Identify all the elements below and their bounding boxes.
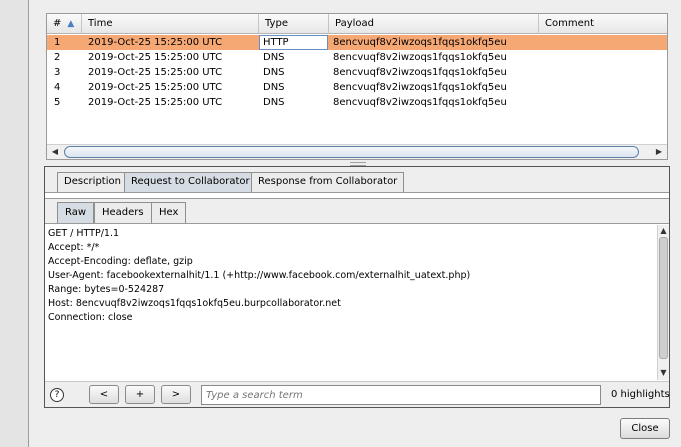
help-icon[interactable]: ?	[50, 388, 64, 402]
column-header-comment[interactable]: Comment	[539, 14, 667, 34]
tab-description[interactable]: Description	[57, 172, 128, 192]
request-line: Range: bytes=0-524287	[48, 284, 165, 295]
vertical-scroll-thumb[interactable]	[659, 237, 668, 359]
request-line: Connection: close	[48, 312, 133, 323]
view-tabs: Raw Headers Hex	[45, 198, 669, 224]
request-line: Accept-Encoding: deflate, gzip	[48, 256, 193, 267]
table-row[interactable]: 1 2019-Oct-25 15:25:00 UTC HTTP 8encvuqf…	[47, 35, 667, 50]
type-cell-focused: HTTP	[259, 35, 328, 50]
tab-headers[interactable]: Headers	[94, 202, 152, 223]
request-line: GET / HTTP/1.1	[48, 228, 120, 239]
column-header-type[interactable]: Type	[259, 14, 329, 34]
table-row[interactable]: 5 2019-Oct-25 15:25:00 UTC DNS 8encvuqf8…	[47, 95, 667, 110]
tab-hex[interactable]: Hex	[151, 202, 187, 223]
column-header-number[interactable]: # ▲	[47, 14, 82, 34]
detail-panel: Description Request to Collaborator Resp…	[44, 166, 670, 408]
tab-raw[interactable]: Raw	[57, 202, 95, 223]
tab-request-to-collaborator[interactable]: Request to Collaborator	[124, 172, 257, 192]
detail-tabs: Description Request to Collaborator Resp…	[45, 167, 669, 193]
horizontal-scrollbar[interactable]: ◀ ▶	[47, 144, 667, 159]
column-header-payload[interactable]: Payload	[329, 14, 539, 34]
horizontal-scroll-thumb[interactable]	[64, 146, 639, 158]
column-header-time[interactable]: Time	[82, 14, 259, 34]
scroll-right-icon[interactable]: ▶	[653, 146, 665, 158]
interactions-table: # ▲ Time Type Payload Comment 1 2019-Oct-…	[46, 13, 668, 160]
scroll-left-icon[interactable]: ◀	[49, 146, 61, 158]
search-input[interactable]	[201, 385, 601, 405]
previous-match-button[interactable]: <	[89, 385, 119, 404]
scroll-down-icon[interactable]: ▼	[658, 368, 669, 378]
request-text-area[interactable]: GET / HTTP/1.1 Accept: */* Accept-Encodi…	[45, 225, 657, 380]
add-button[interactable]: +	[125, 385, 155, 404]
table-row[interactable]: 2 2019-Oct-25 15:25:00 UTC DNS 8encvuqf8…	[47, 50, 667, 65]
table-row[interactable]: 4 2019-Oct-25 15:25:00 UTC DNS 8encvuqf8…	[47, 80, 667, 95]
sort-ascending-icon: ▲	[67, 19, 75, 29]
highlights-count: 0 highlights	[611, 389, 670, 400]
table-header: # ▲ Time Type Payload Comment	[47, 14, 667, 34]
left-panel-edge	[0, 0, 29, 447]
request-line: User-Agent: facebookexternalhit/1.1 (+ht…	[48, 270, 471, 281]
vertical-scrollbar[interactable]: ▲ ▼	[657, 225, 669, 380]
request-line: Host: 8encvuqf8v2iwzoqs1fqqs1okfq5eu.bur…	[48, 298, 341, 309]
next-match-button[interactable]: >	[161, 385, 191, 404]
request-line: Accept: */*	[48, 242, 100, 253]
search-bar: ? < + > 0 highlights	[45, 381, 670, 407]
tab-response-from-collaborator[interactable]: Response from Collaborator	[251, 172, 405, 192]
close-button[interactable]: Close	[620, 418, 670, 439]
scroll-up-icon[interactable]: ▲	[658, 226, 669, 236]
table-row[interactable]: 3 2019-Oct-25 15:25:00 UTC DNS 8encvuqf8…	[47, 65, 667, 80]
